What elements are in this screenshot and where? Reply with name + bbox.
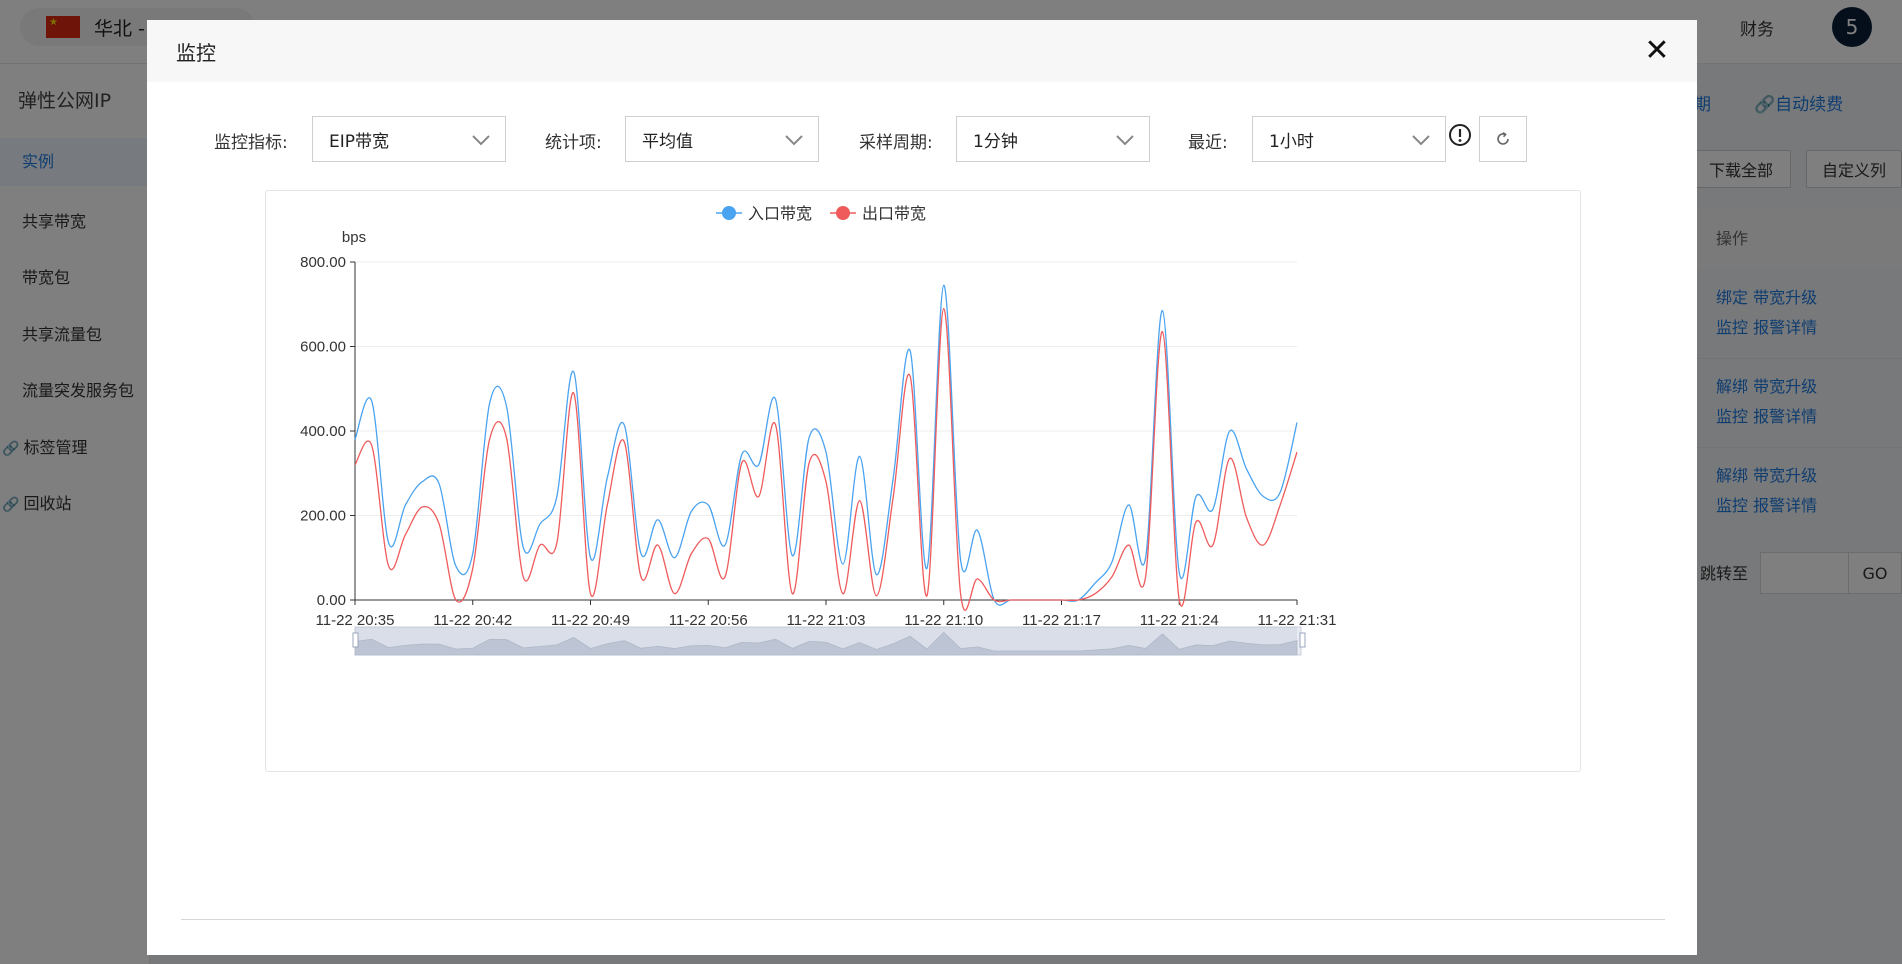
zoom-selected-range	[355, 627, 1297, 655]
series-line-1	[354, 284, 1298, 606]
x-tick-label: 11-22 21:31	[1258, 612, 1337, 629]
period-select[interactable]: 1分钟	[956, 116, 1150, 162]
y-axis-label: bps	[342, 229, 366, 246]
statistic-select[interactable]: 平均值	[625, 116, 819, 162]
statistic-value: 平均值	[642, 131, 693, 152]
chevron-down-icon	[785, 135, 803, 146]
range-label: 最近:	[1188, 133, 1228, 153]
y-tick-label: 200.00	[300, 508, 346, 525]
x-tick-label: 11-22 21:24	[1140, 612, 1219, 629]
x-tick-label: 11-22 20:42	[433, 612, 512, 629]
zoom-left-handle	[352, 632, 359, 648]
metric-value: EIP带宽	[329, 131, 390, 152]
monitor-dialog: 监控 ✕ 监控指标: EIP带宽 统计项: 平均值 采样周期: 1分钟 最近: …	[147, 20, 1697, 955]
chevron-down-icon	[1412, 135, 1430, 146]
x-tick-label: 11-22 21:10	[904, 612, 983, 629]
legend-marker	[836, 206, 850, 220]
y-tick-label: 800.00	[300, 254, 346, 271]
footer-divider	[181, 919, 1665, 920]
x-tick-label: 11-22 20:35	[316, 612, 395, 629]
legend-label: 出口带宽	[862, 204, 926, 223]
range-value: 1小时	[1269, 131, 1314, 152]
bandwidth-chart[interactable]: 0.00 200.00 400.00 600.00 800.00 bps 11-22 20:…	[266, 191, 1582, 773]
legend-item-2: 出口带宽	[830, 204, 926, 223]
x-tick-label: 11-22 20:49	[551, 612, 630, 629]
x-tick-label: 11-22 20:56	[669, 612, 748, 629]
legend-marker	[722, 206, 736, 220]
legend-label: 入口带宽	[748, 204, 812, 223]
dialog-title: 监控	[176, 41, 216, 65]
close-icon[interactable]: ✕	[1639, 32, 1675, 68]
dialog-header: 监控 ✕	[147, 20, 1697, 82]
y-tick-label: 400.00	[300, 423, 346, 440]
legend-item-1: 入口带宽	[716, 204, 812, 223]
metric-label: 监控指标:	[214, 133, 288, 153]
chart-container: 0.00 200.00 400.00 600.00 800.00 bps 11-22 20:…	[265, 190, 1581, 772]
y-tick-label: 0.00	[317, 592, 346, 609]
x-tick-label: 11-22 21:17	[1022, 612, 1101, 629]
period-value: 1分钟	[973, 131, 1018, 152]
series-line-2	[354, 307, 1298, 611]
refresh-icon	[1497, 131, 1509, 145]
statistic-label: 统计项:	[545, 133, 602, 153]
metric-select[interactable]: EIP带宽	[312, 116, 506, 162]
info-icon[interactable]	[1448, 123, 1472, 147]
chevron-down-icon	[1116, 135, 1134, 146]
range-select[interactable]: 1小时	[1252, 116, 1446, 162]
x-tick-label: 11-22 21:03	[787, 612, 866, 629]
refresh-button[interactable]	[1479, 116, 1527, 162]
zoom-right-handle	[1299, 632, 1306, 648]
y-tick-label: 600.00	[300, 339, 346, 356]
chevron-down-icon	[472, 135, 490, 146]
period-label: 采样周期:	[859, 133, 933, 153]
